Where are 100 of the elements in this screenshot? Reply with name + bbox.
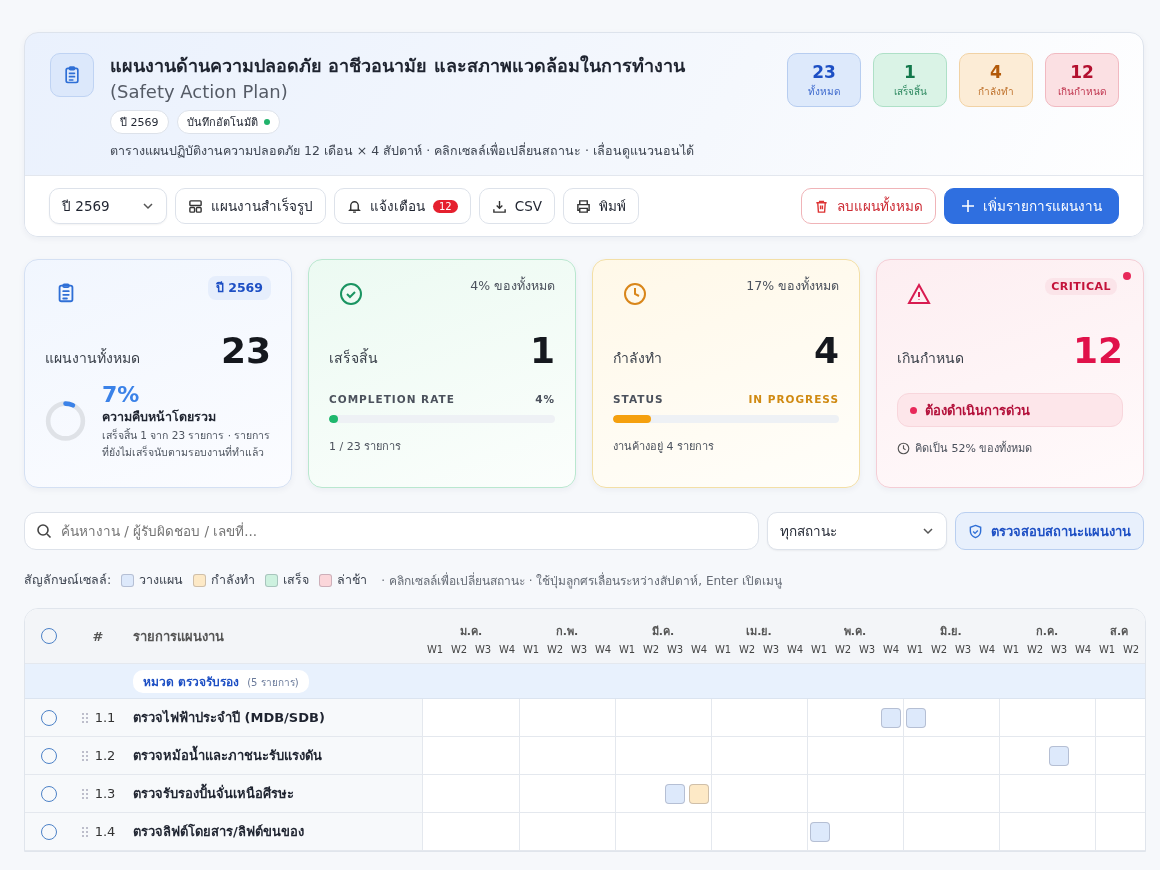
row-number: 1.1 (94, 710, 116, 725)
month-header: ก.พ. (554, 623, 580, 640)
month-header: ส.ค (1108, 623, 1130, 640)
week-header: W3 (857, 643, 877, 655)
clock-icon (623, 282, 647, 306)
check-status-button[interactable]: ตรวจสอบสถานะแผนงาน (955, 512, 1144, 550)
legend-label: วางแผน (139, 571, 184, 589)
week-header: W1 (1001, 643, 1021, 655)
csv-button[interactable]: CSV (478, 188, 555, 224)
counter-label: กำลังทำ (978, 84, 1014, 99)
schedule-cell[interactable] (881, 707, 901, 728)
week-header: W2 (833, 643, 853, 655)
month-header: มี.ค. (650, 623, 676, 640)
bar-reading: 4% (535, 393, 555, 405)
drag-handle-icon[interactable] (80, 711, 89, 724)
clock-icon (897, 441, 910, 455)
stat-value: 23 (220, 330, 271, 371)
delete-all-button[interactable]: ลบแผนทั้งหมด (801, 188, 936, 224)
page-subtitle: (Safety Action Plan) (110, 80, 289, 104)
week-header: W2 (1121, 643, 1141, 655)
task-name: ตรวจรับรองปั้นจั่นเหนือศีรษะ (123, 775, 423, 812)
week-header: W2 (737, 643, 757, 655)
drag-handle-icon[interactable] (80, 749, 89, 762)
week-header: W2 (1025, 643, 1045, 655)
urgent-alert: ต้องดำเนินการด่วน (897, 393, 1123, 427)
progress-note: เสร็จสิ้น 1 จาก 23 รายการ · รายการที่ยังไม่เสร็จนับตามรอบงานที่ทำแล้ว (102, 427, 271, 460)
template-button[interactable]: แผนงานสำเร็จรูป (175, 188, 326, 224)
task-name: ตรวจไฟฟ้าประจำปี (MDB/SDB) (123, 699, 423, 736)
warning-icon (907, 282, 931, 306)
progress-title: ความคืบหน้าโดยรวม (102, 407, 217, 426)
week-header: W4 (497, 643, 517, 655)
stat-label: แผนงานทั้งหมด (45, 347, 140, 368)
schedule-cell[interactable] (1049, 745, 1069, 766)
week-header: W1 (809, 643, 829, 655)
week-header: W1 (425, 643, 445, 655)
year-chip: ปี 2569 (110, 110, 169, 134)
alert-count-badge: 12 (433, 199, 458, 213)
print-button[interactable]: พิมพ์ (562, 188, 639, 224)
schedule-cell[interactable] (689, 783, 709, 804)
week-header: W3 (761, 643, 781, 655)
task-name: ตรวจลิฟต์โดยสาร/ลิฟต์ขนของ (123, 813, 423, 850)
stat-value: 12 (1072, 330, 1123, 371)
task-name: ตรวจหม้อน้ำและภาชนะรับแรงดัน (123, 737, 423, 774)
trash-icon (814, 198, 829, 214)
row-number: 1.4 (94, 824, 116, 839)
stat-label: กำลังทำ (613, 348, 662, 368)
counter-value: 23 (812, 61, 836, 82)
week-header: W1 (617, 643, 637, 655)
counter-label: เสร็จสิ้น (893, 83, 927, 99)
check-circle-icon (339, 282, 363, 306)
counter-value: 12 (1070, 61, 1094, 82)
week-header: W3 (1049, 643, 1069, 655)
year-select[interactable]: ปี 2569 (49, 188, 167, 224)
week-header: W4 (977, 643, 997, 655)
month-header: มิ.ย. (939, 623, 963, 640)
counter-label: เกินกำหนด (1058, 84, 1106, 99)
month-header: ม.ค. (458, 623, 484, 640)
column-header: # (91, 627, 105, 646)
month-header: ก.ค. (1034, 623, 1060, 640)
printer-icon (575, 198, 591, 214)
year-badge: ปี 2569 (207, 276, 271, 300)
share-caption: 4% ของทั้งหมด (470, 276, 555, 295)
legend-hint: · คลิกเซลล์เพื่อเปลี่ยนสถานะ · ใช้ปุ่มลูกศรเลื่อนระหว่างสัปดาห์, Enter เปิดเมนู (381, 571, 782, 590)
share-caption: 17% ของทั้งหมด (746, 276, 839, 295)
week-header: W1 (1097, 643, 1117, 655)
clipboard-icon (50, 53, 94, 97)
stat-value: 4 (813, 330, 839, 371)
page-title: แผนงานด้านความปลอดภัย อาชีวอนามัย และสภาพแวดล้อมในการทำงาน (110, 54, 686, 78)
category-title: หมวด ตรวจรับรอง (143, 673, 240, 691)
month-header: พ.ค. (842, 623, 868, 640)
drag-handle-icon[interactable] (80, 825, 89, 838)
week-header: W2 (545, 643, 565, 655)
week-header: W4 (785, 643, 805, 655)
chevron-icon (142, 200, 154, 212)
search-field[interactable]: ค้นหางาน / ผู้รับผิดชอบ / เลขที่... (24, 512, 759, 550)
drag-handle-icon[interactable] (80, 787, 89, 800)
schedule-cell[interactable] (665, 783, 685, 804)
stat-note: คิดเป็น 52% ของทั้งหมด (915, 440, 1033, 457)
week-header: W3 (569, 643, 589, 655)
autosave-chip: บันทึกอัตโนมัติ (176, 110, 280, 134)
bar-reading: IN PROGRESS (748, 393, 839, 405)
legend-label: ล่าช้า (337, 571, 368, 589)
counter-label: ทั้งหมด (808, 83, 840, 99)
bell-icon (347, 198, 362, 214)
alert-dot (1123, 272, 1131, 280)
schedule-cell[interactable] (809, 821, 830, 842)
week-header: W3 (473, 643, 493, 655)
stat-note: 1 / 23 รายการ (329, 439, 403, 455)
critical-label: CRITICAL (1045, 278, 1117, 295)
week-header: W1 (905, 643, 925, 655)
week-header: W3 (953, 643, 973, 655)
shield-icon (968, 523, 983, 539)
add-plan-button[interactable]: เพิ่มรายการแผนงาน (944, 188, 1119, 224)
week-header: W4 (593, 643, 613, 655)
alerts-button[interactable]: แจ้งเตือน 12 (334, 188, 471, 224)
stat-label: เสร็จสิ้น (329, 347, 378, 368)
schedule-cell[interactable] (905, 707, 926, 728)
week-header: W2 (929, 643, 949, 655)
week-header: W4 (689, 643, 709, 655)
status-select[interactable]: ทุกสถานะ (767, 512, 947, 550)
